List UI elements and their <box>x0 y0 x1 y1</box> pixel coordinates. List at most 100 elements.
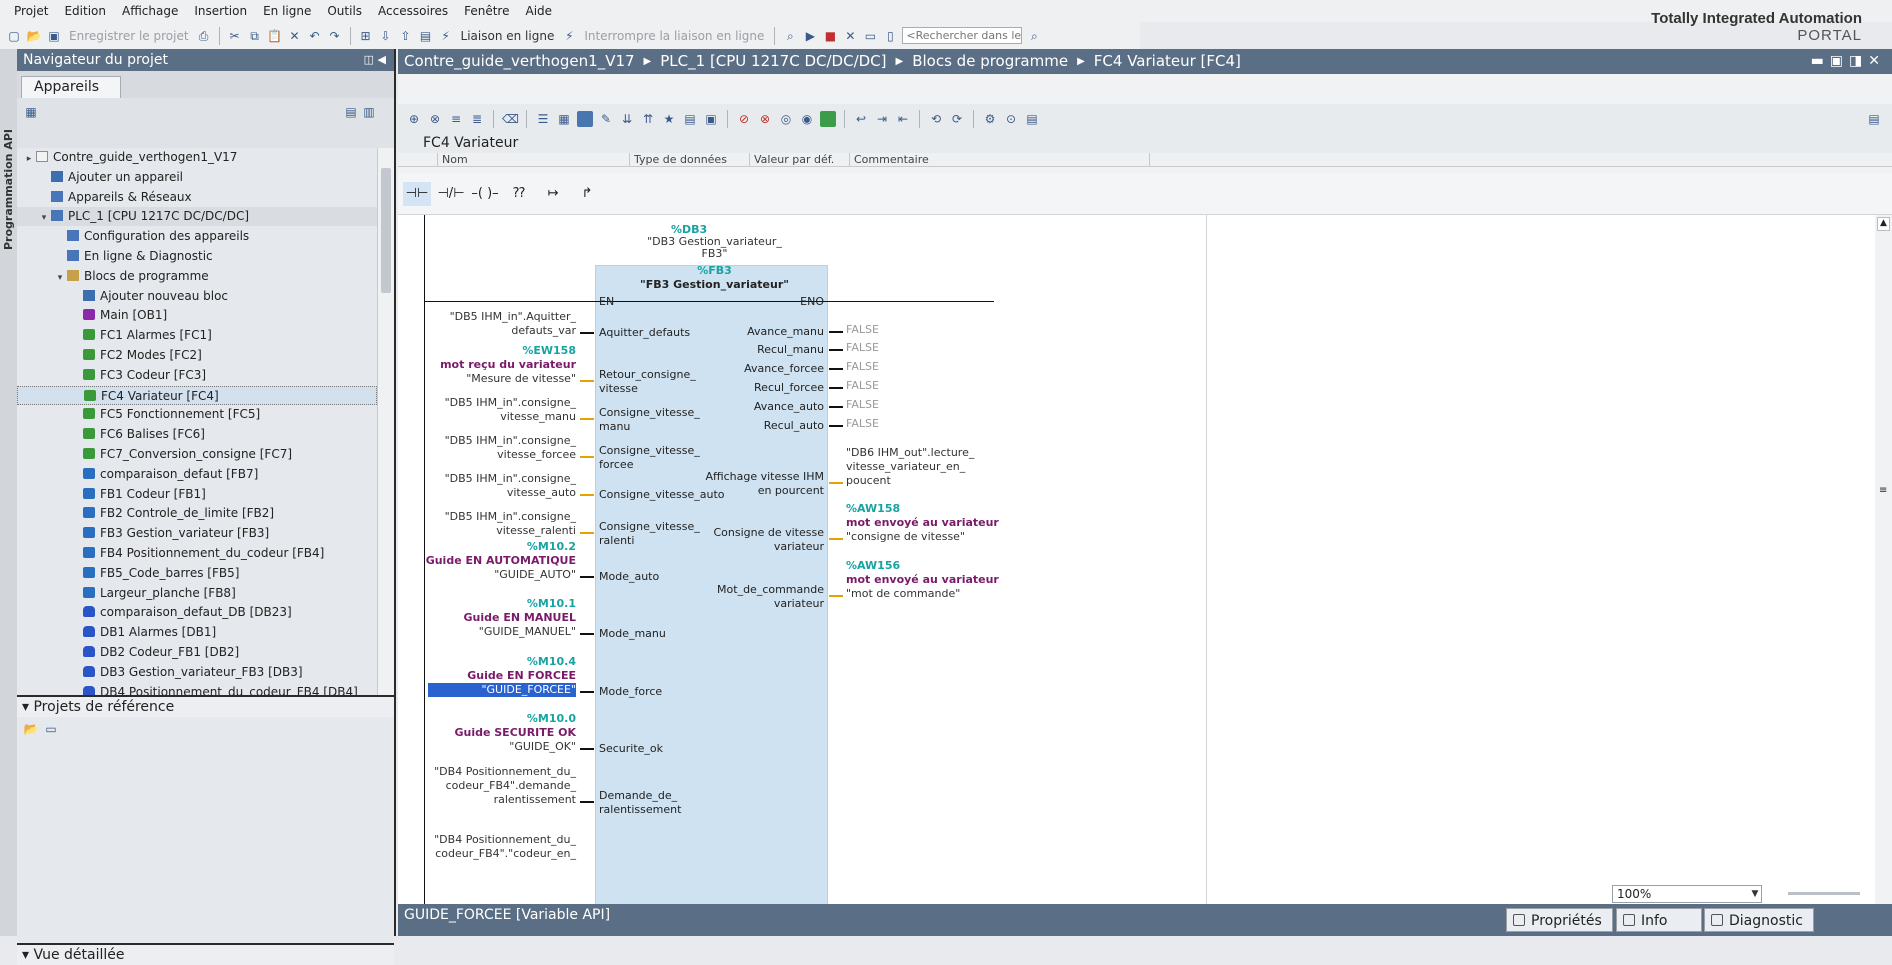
tree-item[interactable]: DB3 Gestion_variateur_FB3 [DB3] <box>17 663 377 682</box>
print-icon[interactable]: ⎙ <box>196 28 212 44</box>
tree-item[interactable]: Largeur_planche [FB8] <box>17 584 377 603</box>
delete-icon[interactable]: ✕ <box>287 28 303 44</box>
settings-icon[interactable]: ⚙ <box>982 111 998 127</box>
tree-item[interactable]: DB1 Alarmes [DB1] <box>17 623 377 642</box>
tree-item[interactable]: FC6 Balises [FC6] <box>17 425 377 444</box>
comments-toggle-icon[interactable]: ▣ <box>703 111 719 127</box>
menu-insertion[interactable]: Insertion <box>186 0 255 22</box>
input-operand-sym1[interactable]: "GUIDE_MANUEL" <box>418 625 576 639</box>
output-value[interactable]: FALSE <box>846 360 879 374</box>
tree-item[interactable]: Appareils & Réseaux <box>17 188 377 207</box>
output-operand-sym1[interactable]: "DB6 IHM_out".lecture_ <box>846 446 974 460</box>
zoom-dropdown-icon[interactable]: ▼ <box>1749 886 1761 902</box>
menu-affichage[interactable]: Affichage <box>114 0 186 22</box>
no-contact-button[interactable]: ⊣/⊢ <box>437 182 465 206</box>
block-icon[interactable] <box>577 111 593 127</box>
expand-caret-icon[interactable]: ▾ <box>53 269 67 288</box>
list-view-icon[interactable]: ▤ <box>343 104 359 120</box>
delete-network-icon[interactable]: ⊗ <box>427 111 443 127</box>
input-operand-sym1[interactable]: "GUIDE_OK" <box>418 740 576 754</box>
reference-projects-header[interactable]: ▾ Projets de référence <box>17 695 394 717</box>
tree-item[interactable]: comparaison_defaut [FB7] <box>17 465 377 484</box>
menu-outils[interactable]: Outils <box>319 0 370 22</box>
input-operand-sym1[interactable]: "DB5 IHM_in".Aquitter_ <box>418 310 576 324</box>
list-icon[interactable]: ☰ <box>535 111 551 127</box>
input-operand-sym2[interactable]: codeur_FB4"."codeur_en_ <box>418 847 576 861</box>
input-operand-sym1[interactable]: "DB4 Positionnement_du_ <box>418 765 576 779</box>
add-row-icon[interactable]: ≣ <box>469 111 485 127</box>
monitor-icon[interactable]: ◎ <box>778 111 794 127</box>
tree-item[interactable]: Ajouter un appareil <box>17 168 377 187</box>
tree-item[interactable]: Ajouter nouveau bloc <box>17 287 377 306</box>
if-col-name[interactable]: Nom <box>438 153 630 166</box>
accessible-devices-icon[interactable]: ⌕ <box>782 28 798 44</box>
crumb-project[interactable]: Contre_guide_verthogen1_V17 <box>404 49 635 74</box>
if-col-comment[interactable]: Commentaire <box>850 153 1150 166</box>
output-operand-sym2[interactable]: vitesse_variateur_en_ <box>846 460 965 474</box>
go-online-icon[interactable]: ⚡ <box>438 28 454 44</box>
zoom-select[interactable]: 100% <box>1612 885 1762 903</box>
input-operand-sym1[interactable]: "DB5 IHM_in".consigne_ <box>418 434 576 448</box>
sync-icon[interactable]: ⟲ <box>928 111 944 127</box>
undo-icon[interactable]: ↶ <box>307 28 323 44</box>
go-offline-button[interactable]: Interrompre la liaison en ligne <box>581 29 767 43</box>
crumb-blocks[interactable]: Blocs de programme <box>912 49 1068 74</box>
panel-toggle-icon[interactable]: ▤ <box>1866 111 1882 127</box>
input-operand-sym1[interactable]: "DB5 IHM_in".consigne_ <box>418 510 576 524</box>
scroll-up-icon[interactable]: ▲ <box>1877 217 1890 231</box>
output-value[interactable]: FALSE <box>846 341 879 355</box>
expand-caret-icon[interactable]: ▸ <box>22 150 36 169</box>
eraser-icon[interactable]: ⌫ <box>502 111 519 127</box>
redo-icon[interactable]: ↷ <box>327 28 343 44</box>
menu-edition[interactable]: Edition <box>56 0 114 22</box>
properties-tab[interactable]: Propriétés <box>1506 908 1613 932</box>
tree-item[interactable]: Main [OB1] <box>17 306 377 325</box>
output-value[interactable]: FALSE <box>846 417 879 431</box>
input-operand-sym1[interactable]: "GUIDE_FORCEE" <box>428 683 576 697</box>
input-operand-sym1[interactable]: "DB5 IHM_in".consigne_ <box>418 472 576 486</box>
canvas-scrollbar[interactable]: ▲ ≡ ▼ <box>1875 215 1892 935</box>
empty-box-button[interactable]: ⁇ <box>505 182 533 206</box>
stop-cpu-icon[interactable]: ■ <box>822 28 838 44</box>
zoom-slider[interactable] <box>1788 892 1860 895</box>
open-reference-icon[interactable]: 📂 <box>23 721 39 737</box>
input-operand-sym2[interactable]: defauts_var <box>418 324 576 338</box>
network-view-icon[interactable]: ▤ <box>682 111 698 127</box>
copy-icon[interactable]: ⧉ <box>247 28 263 44</box>
input-operand-sym2[interactable]: vitesse_ralenti <box>418 524 576 538</box>
output-operand-sym1[interactable]: "mot de commande" <box>846 587 960 601</box>
start-cpu-icon[interactable]: ▶ <box>802 28 818 44</box>
comment-icon[interactable]: ✎ <box>598 111 614 127</box>
output-value[interactable]: FALSE <box>846 398 879 412</box>
split-vertical-icon[interactable]: ▯ <box>882 28 898 44</box>
tree-scrollbar[interactable] <box>377 148 394 698</box>
tree-item[interactable]: FC1 Alarmes [FC1] <box>17 326 377 345</box>
open-branch-button[interactable]: ↦ <box>539 182 567 206</box>
cancel-icon[interactable]: ⊗ <box>757 111 773 127</box>
force-icon[interactable]: ◉ <box>799 111 815 127</box>
paste-icon[interactable]: 📋 <box>267 28 283 44</box>
new-project-icon[interactable]: ▢ <box>6 28 22 44</box>
tab-appareils[interactable]: Appareils <box>21 76 121 98</box>
info-tab[interactable]: Info <box>1616 908 1702 932</box>
search-input[interactable] <box>902 27 1023 44</box>
expand-caret-icon[interactable]: ▾ <box>37 209 51 228</box>
menu-fenetre[interactable]: Fenêtre <box>456 0 517 22</box>
favorites-icon[interactable]: ★ <box>661 111 677 127</box>
save-project-button[interactable]: Enregistrer le projet <box>66 29 192 43</box>
expand-icon[interactable]: ⇊ <box>619 111 635 127</box>
collapse-panel-icon[interactable]: ◫ ◀ <box>364 49 386 71</box>
tree-item[interactable]: FC4 Variateur [FC4] <box>17 385 377 405</box>
tree-item[interactable]: Configuration des appareils <box>17 227 377 246</box>
tree-item[interactable]: FC2 Modes [FC2] <box>17 346 377 365</box>
glasses-icon[interactable]: ⊙ <box>1003 111 1019 127</box>
output-value[interactable]: FALSE <box>846 323 879 337</box>
overview-icon[interactable]: ▦ <box>23 104 39 120</box>
crumb-fc4[interactable]: FC4 Variateur [FC4] <box>1094 49 1241 74</box>
input-operand-sym2[interactable]: vitesse_forcee <box>418 448 576 462</box>
window-controls-icon[interactable]: ▬▣◨✕ <box>1811 49 1886 74</box>
tree-item[interactable]: ▸ Contre_guide_verthogen1_V17 <box>17 148 377 167</box>
go-offline-icon[interactable]: ⚡ <box>561 28 577 44</box>
diagnostic-tab[interactable]: Diagnostic <box>1704 908 1814 932</box>
tree-item[interactable]: ▾ PLC_1 [CPU 1217C DC/DC/DC] <box>17 207 377 228</box>
